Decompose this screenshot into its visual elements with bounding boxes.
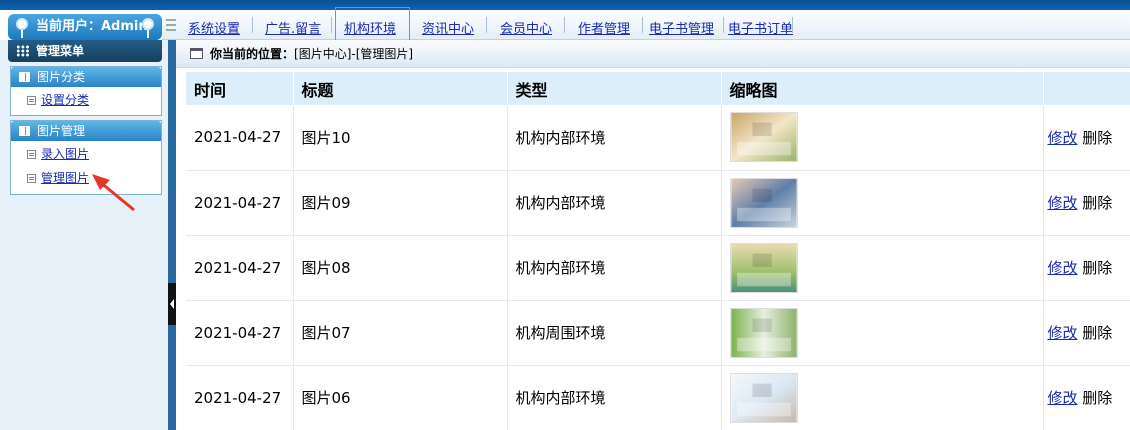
sidebar-item-label: 设置分类 — [41, 93, 90, 107]
cell-thumbnail — [721, 170, 1044, 236]
table-row: 2021-04-27 图片10 机构内部环境 修改 删除 — [186, 105, 1130, 171]
image-table: 时间 标题 类型 缩略图 2021-04-27 图片10 机构内部环境 修改 删除 20… — [186, 72, 1130, 430]
edit-link[interactable]: 修改 — [1048, 389, 1078, 407]
cell-time: 2021-04-27 — [186, 300, 294, 366]
thumbnail-image[interactable] — [729, 242, 798, 293]
cell-time: 2021-04-27 — [186, 170, 294, 236]
sidebar-item-set-category[interactable]: 设置分类 — [11, 87, 161, 113]
cell-type: 机构周围环境 — [507, 300, 722, 366]
cell-type: 机构内部环境 — [507, 170, 722, 236]
window-icon — [190, 48, 203, 59]
cell-title: 图片10 — [293, 105, 508, 171]
nav-item-ebook-orders[interactable]: 电子书订单 — [728, 18, 793, 37]
panel-title[interactable]: 图片分类 — [11, 67, 161, 87]
nav-item-ads-messages[interactable]: 广告.留言 — [265, 18, 321, 37]
thumbnail-image[interactable] — [729, 177, 798, 228]
grid-icon — [16, 45, 30, 57]
cell-thumbnail — [721, 300, 1044, 366]
top-nav: 系统设置 广告.留言 机构环境 资讯中心 会员中心 作者管理 电子书管理 电子书… — [162, 10, 1130, 40]
column-header-time: 时间 — [186, 72, 294, 105]
cell-time: 2021-04-27 — [186, 105, 294, 171]
cell-time: 2021-04-27 — [186, 365, 294, 430]
breadcrumb: 你当前的位置：[图片中心]-[管理图片] — [176, 40, 1130, 68]
cell-type: 机构内部环境 — [507, 105, 722, 171]
thumbnail-image[interactable] — [729, 372, 798, 423]
thumbnail-image[interactable] — [729, 112, 798, 163]
cell-actions: 修改 删除 — [1043, 105, 1130, 171]
document-icon — [27, 150, 36, 159]
pin-icon — [142, 18, 154, 38]
pin-icon — [16, 18, 28, 38]
edit-link[interactable]: 修改 — [1048, 324, 1078, 342]
collapse-sidebar-button[interactable] — [168, 283, 176, 325]
sidebar-item-label: 管理图片 — [41, 171, 90, 185]
table-row: 2021-04-27 图片08 机构内部环境 修改 删除 — [186, 235, 1130, 301]
cell-type: 机构内部环境 — [507, 235, 722, 301]
nav-item-ebooks[interactable]: 电子书管理 — [649, 18, 714, 37]
table-row: 2021-04-27 图片06 机构内部环境 修改 删除 — [186, 365, 1130, 430]
column-header-actions — [1043, 72, 1130, 105]
nav-item-news[interactable]: 资讯中心 — [422, 18, 474, 37]
nav-item-members[interactable]: 会员中心 — [500, 18, 552, 37]
cell-title: 图片08 — [293, 235, 508, 301]
sidebar-title: 管理菜单 — [36, 44, 85, 58]
table-row: 2021-04-27 图片09 机构内部环境 修改 删除 — [186, 170, 1130, 236]
nav-separator — [564, 17, 565, 33]
sidebar-splitter[interactable] — [168, 40, 176, 430]
sidebar-item-add-image[interactable]: 录入图片 — [11, 141, 161, 167]
thumbnail-image[interactable] — [729, 307, 798, 358]
cell-actions: 修改 删除 — [1043, 365, 1130, 430]
cell-type: 机构内部环境 — [507, 365, 722, 430]
delete-button[interactable]: 删除 — [1082, 389, 1112, 407]
column-header-thumbnail: 缩略图 — [721, 72, 1044, 105]
nav-separator — [486, 17, 487, 33]
panel-title-label: 图片分类 — [37, 70, 86, 84]
cell-actions: 修改 删除 — [1043, 300, 1130, 366]
delete-button[interactable]: 删除 — [1082, 324, 1112, 342]
panel-title[interactable]: 图片管理 — [11, 121, 161, 141]
red-arrow-annotation — [92, 174, 135, 212]
sidebar-item-label: 录入图片 — [41, 147, 90, 161]
grip-icon — [166, 19, 176, 31]
cell-title: 图片06 — [293, 365, 508, 430]
edit-link[interactable]: 修改 — [1048, 129, 1078, 147]
breadcrumb-label: 你当前的位置： — [210, 47, 295, 61]
nav-separator — [792, 17, 793, 33]
top-banner-strip — [0, 0, 1130, 10]
edit-link[interactable]: 修改 — [1048, 194, 1078, 212]
nav-active-highlight — [335, 7, 410, 41]
document-icon — [27, 174, 36, 183]
delete-button[interactable]: 删除 — [1082, 129, 1112, 147]
edit-link[interactable]: 修改 — [1048, 259, 1078, 277]
cell-title: 图片09 — [293, 170, 508, 236]
cell-thumbnail — [721, 365, 1044, 430]
nav-separator — [252, 17, 253, 33]
panel-image-category: 图片分类 设置分类 — [10, 66, 162, 116]
cell-time: 2021-04-27 — [186, 235, 294, 301]
table-header-row: 时间 标题 类型 缩略图 — [186, 72, 1130, 105]
delete-button[interactable]: 删除 — [1082, 194, 1112, 212]
document-icon — [27, 96, 36, 105]
delete-button[interactable]: 删除 — [1082, 259, 1112, 277]
nav-item-system-settings[interactable]: 系统设置 — [188, 18, 240, 37]
current-user-bar: 当前用户：Admin — [8, 14, 162, 40]
column-header-type: 类型 — [507, 72, 722, 105]
current-user-label: 当前用户：Admin — [36, 19, 148, 34]
cell-actions: 修改 删除 — [1043, 170, 1130, 236]
nav-item-authors[interactable]: 作者管理 — [578, 18, 630, 37]
cell-title: 图片07 — [293, 300, 508, 366]
column-header-title: 标题 — [293, 72, 508, 105]
sidebar-header: 管理菜单 — [8, 40, 162, 62]
book-icon — [19, 126, 30, 136]
cell-thumbnail — [721, 235, 1044, 301]
cell-thumbnail — [721, 105, 1044, 171]
cell-actions: 修改 删除 — [1043, 235, 1130, 301]
panel-title-label: 图片管理 — [37, 124, 86, 138]
table-row: 2021-04-27 图片07 机构周围环境 修改 删除 — [186, 300, 1130, 366]
nav-separator — [642, 17, 643, 33]
book-icon — [19, 72, 30, 82]
breadcrumb-path: [图片中心]-[管理图片] — [294, 47, 414, 61]
nav-separator — [331, 17, 332, 33]
nav-separator — [723, 17, 724, 33]
